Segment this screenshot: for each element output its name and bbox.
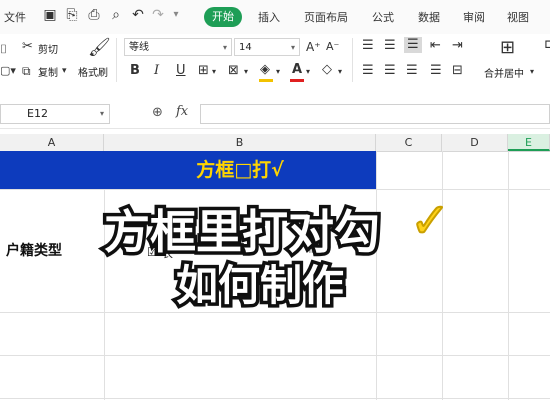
column-headers: A B C D E — [0, 134, 550, 152]
zoom-icon[interactable]: ⊕ — [152, 105, 163, 120]
divider — [116, 38, 117, 82]
menu-file[interactable]: 文件 — [4, 9, 26, 25]
print-preview-icon[interactable]: ⌕ — [108, 7, 124, 23]
chevron-down-icon[interactable]: ▾ — [244, 65, 248, 79]
copy-button[interactable]: 复制 — [38, 64, 58, 79]
chevron-down-icon[interactable]: ▾ — [62, 64, 67, 78]
tab-formulas[interactable]: 公式 — [372, 9, 394, 25]
chevron-down-icon[interactable]: ▾ — [168, 7, 184, 23]
decrease-font-icon[interactable]: A⁻ — [326, 40, 339, 54]
fx-icon[interactable]: fx — [176, 104, 188, 119]
formula-input[interactable] — [200, 104, 550, 124]
grid-line — [0, 189, 550, 190]
indent-increase-icon[interactable]: ⇥ — [452, 39, 463, 53]
export-icon[interactable]: ⎘ — [64, 7, 80, 23]
align-right-icon[interactable]: ☰ — [406, 64, 418, 78]
formula-bar: E12 ▾ ⊕ fx — [0, 100, 550, 129]
copy-icon[interactable]: ⧉ — [22, 64, 31, 78]
eraser-icon[interactable]: ◇ — [322, 63, 332, 77]
align-top-icon[interactable]: ☰ — [362, 39, 374, 53]
save-icon[interactable]: ▣ — [42, 7, 58, 23]
column-header-c[interactable]: C — [376, 134, 442, 151]
chevron-down-icon[interactable]: ▾ — [530, 65, 534, 79]
redo-icon[interactable]: ↷ — [150, 7, 166, 23]
tab-insert[interactable]: 插入 — [258, 9, 280, 25]
merge-center-button[interactable]: 合并居中 — [484, 65, 524, 80]
column-header-b[interactable]: B — [104, 134, 376, 151]
cell-style-icon[interactable]: ⊠ — [228, 64, 239, 78]
column-header-d[interactable]: D — [442, 134, 508, 151]
cut-button[interactable]: 剪切 — [38, 41, 58, 56]
align-middle-icon[interactable]: ☰ — [384, 39, 396, 53]
font-family-select[interactable]: 等线 ▾ — [124, 38, 232, 56]
caption-subtitle: 如何制作 — [172, 258, 347, 314]
increase-font-icon[interactable]: A⁺ — [306, 40, 321, 54]
align-bottom-icon[interactable]: ☰ — [404, 37, 422, 53]
tab-page-layout[interactable]: 页面布局 — [304, 9, 348, 25]
merge-center-icon[interactable]: ⊞ — [500, 38, 515, 58]
font-family-value: 等线 — [129, 42, 149, 53]
wrap-text-icon[interactable]: ⊏ — [544, 38, 550, 52]
underline-icon[interactable]: U — [176, 64, 186, 78]
column-header-a[interactable]: A — [0, 134, 104, 151]
household-type-label[interactable]: 户籍类型 — [6, 240, 62, 260]
tab-view[interactable]: 视图 — [507, 9, 529, 25]
justify-icon[interactable]: ☰ — [430, 64, 442, 78]
chevron-down-icon[interactable]: ▾ — [338, 65, 342, 79]
check-mark-icon: ✓ — [409, 192, 451, 250]
print-icon[interactable]: ⎙ — [86, 7, 102, 23]
chevron-down-icon: ▾ — [290, 43, 295, 52]
title-cell[interactable]: 方框□打√ — [104, 151, 376, 189]
menu-bar: 文件 ▣ ⎘ ⎙ ⌕ ↶ ↷ ▾ 开始 插入 页面布局 公式 数据 审阅 视图 — [0, 0, 550, 34]
italic-icon[interactable]: I — [154, 64, 159, 78]
font-color-icon[interactable]: A — [292, 63, 302, 77]
chevron-down-icon: ▾ — [222, 43, 227, 52]
fill-color-icon[interactable]: ◈ — [260, 63, 270, 77]
align-left-icon[interactable]: ☰ — [362, 64, 374, 78]
format-painter-icon[interactable]: 🖌 — [88, 38, 111, 58]
align-center-icon[interactable]: ☰ — [384, 64, 396, 78]
chevron-down-icon: ▾ — [99, 109, 104, 118]
font-color-swatch — [290, 79, 304, 82]
chevron-down-icon[interactable]: ▾ — [212, 65, 216, 79]
font-size-value: 14 — [239, 42, 252, 53]
format-painter-button[interactable]: 格式刷 — [78, 64, 108, 79]
font-size-select[interactable]: 14 ▾ — [234, 38, 300, 56]
chevron-down-icon[interactable]: ▾ — [306, 65, 310, 79]
chevron-down-icon[interactable]: ▾ — [276, 65, 280, 79]
paste-icon[interactable]: ⌷ — [0, 42, 7, 56]
name-box[interactable]: E12 ▾ — [0, 104, 110, 124]
bold-icon[interactable]: B — [130, 64, 140, 78]
undo-icon[interactable]: ↶ — [130, 7, 146, 23]
ribbon: ⌷ ✂ 剪切 ▢▾ ⧉ 复制 ▾ 🖌 格式刷 等线 ▾ 14 ▾ A⁺ A⁻ B… — [0, 34, 550, 94]
divider — [352, 38, 353, 82]
distributed-icon[interactable]: ⊟ — [452, 64, 463, 78]
paste-menu-icon[interactable]: ▢▾ — [0, 64, 16, 78]
scissors-icon[interactable]: ✂ — [22, 40, 33, 54]
tab-data[interactable]: 数据 — [418, 9, 440, 25]
tab-review[interactable]: 审阅 — [463, 9, 485, 25]
grid-line — [0, 398, 550, 399]
cell-reference: E12 — [27, 107, 48, 120]
indent-decrease-icon[interactable]: ⇤ — [430, 39, 441, 53]
column-header-e[interactable]: E — [508, 134, 550, 151]
tab-start[interactable]: 开始 — [204, 7, 242, 27]
fill-color-swatch — [259, 79, 273, 82]
grid-line — [0, 355, 550, 356]
border-icon[interactable]: ⊞ — [198, 64, 209, 78]
